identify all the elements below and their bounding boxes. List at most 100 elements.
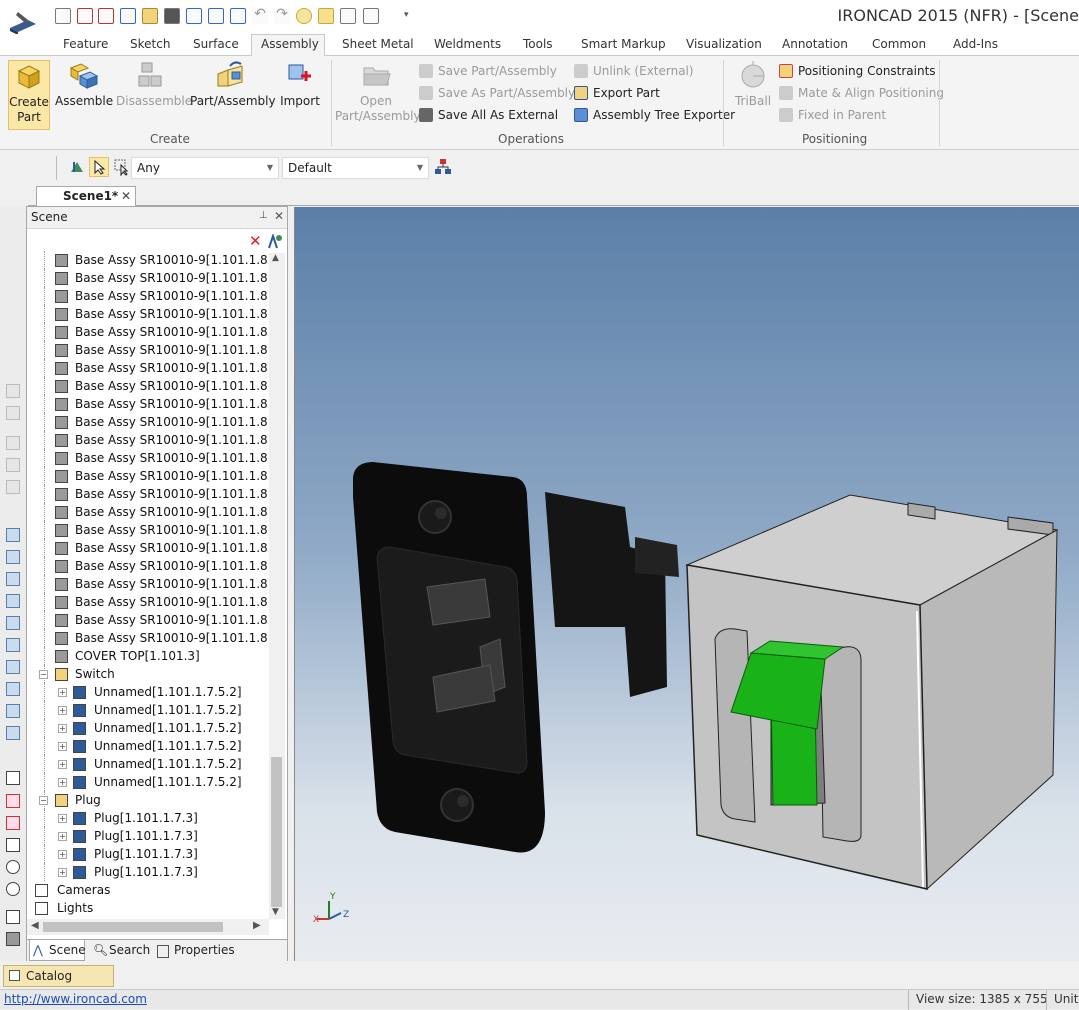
tool-icon[interactable] bbox=[6, 406, 20, 420]
cone-icon[interactable] bbox=[6, 572, 20, 586]
part-assembly-button[interactable]: Part/Assembly bbox=[190, 60, 276, 109]
triball-button[interactable]: TriBall bbox=[732, 60, 774, 109]
save-part-assembly-button[interactable]: Save Part/Assembly bbox=[419, 62, 557, 80]
tab-sketch[interactable]: Sketch bbox=[130, 37, 170, 51]
tab-surface[interactable]: Surface bbox=[193, 37, 239, 51]
undo-icon[interactable]: ↶ bbox=[252, 7, 268, 24]
open-part-assembly-button[interactable]: Open Part/Assembly bbox=[335, 60, 421, 124]
tab-tools[interactable]: Tools bbox=[523, 37, 553, 51]
close-panel-icon[interactable]: ✕ bbox=[274, 209, 284, 223]
create-part-button[interactable]: Create Part bbox=[8, 60, 50, 130]
tab-feature[interactable]: Feature bbox=[63, 37, 108, 51]
expand-toggle[interactable]: + bbox=[58, 832, 67, 841]
tab-visualization[interactable]: Visualization bbox=[686, 37, 762, 51]
torus-icon[interactable] bbox=[6, 638, 20, 652]
assembly-tree-exporter-button[interactable]: Assembly Tree Exporter bbox=[574, 106, 735, 124]
open-scene-icon[interactable] bbox=[120, 8, 136, 24]
3d-viewport[interactable]: X Y Z bbox=[294, 207, 1079, 961]
tool-icon[interactable] bbox=[6, 436, 20, 450]
document-tab[interactable]: Scene1* ✕ bbox=[36, 186, 136, 207]
section-icon[interactable] bbox=[6, 816, 20, 830]
tab-sheet-metal[interactable]: Sheet Metal bbox=[342, 37, 414, 51]
close-doc-icon[interactable] bbox=[77, 8, 93, 24]
scroll-left-icon[interactable]: ◀ bbox=[31, 920, 39, 931]
save-as-part-assembly-button[interactable]: Save As Part/Assembly... bbox=[419, 84, 585, 102]
cylinder-icon[interactable] bbox=[6, 550, 20, 564]
expand-toggle[interactable]: + bbox=[58, 868, 67, 877]
expand-toggle[interactable]: + bbox=[58, 850, 67, 859]
expand-toggle[interactable]: + bbox=[58, 814, 67, 823]
new-icon[interactable] bbox=[55, 8, 71, 24]
selection-filter-dropdown[interactable]: Any ▼ bbox=[131, 157, 279, 179]
collapse-toggle[interactable]: − bbox=[39, 670, 48, 679]
grid-icon[interactable] bbox=[340, 8, 356, 24]
measure-icon[interactable] bbox=[6, 771, 20, 785]
tree-vertical-scrollbar[interactable]: ▲ ▼ bbox=[269, 253, 285, 919]
customize-dropdown-icon[interactable]: ▾ bbox=[404, 10, 409, 20]
tool-icon[interactable] bbox=[6, 384, 20, 398]
fixed-in-parent-button[interactable]: Fixed in Parent bbox=[779, 106, 886, 124]
dimension-icon[interactable] bbox=[6, 910, 20, 924]
tab-common[interactable]: Common bbox=[872, 37, 926, 51]
import-icon[interactable] bbox=[208, 8, 224, 24]
windows-icon[interactable] bbox=[363, 8, 379, 24]
website-link[interactable]: http://www.ironcad.com bbox=[4, 992, 147, 1006]
light-icon[interactable] bbox=[296, 8, 312, 24]
mate-align-positioning-button[interactable]: Mate & Align Positioning bbox=[779, 84, 944, 102]
save-icon[interactable] bbox=[164, 8, 180, 24]
cyl-hole-icon[interactable] bbox=[6, 726, 20, 740]
scroll-up-icon[interactable]: ▲ bbox=[272, 253, 279, 263]
export-icon[interactable] bbox=[230, 8, 246, 24]
export-part-button[interactable]: Export Part bbox=[574, 84, 660, 102]
open-folder-icon[interactable] bbox=[142, 8, 158, 24]
hscroll-thumb[interactable] bbox=[43, 922, 223, 932]
scroll-right-icon[interactable]: ▶ bbox=[253, 920, 261, 931]
tab-scene[interactable]: Scene bbox=[49, 943, 86, 957]
sphere-icon[interactable] bbox=[6, 594, 20, 608]
circle-icon[interactable] bbox=[6, 860, 20, 874]
no-icon[interactable] bbox=[6, 882, 20, 896]
tab-smart-markup[interactable]: Smart Markup bbox=[581, 37, 666, 51]
style-dropdown[interactable]: Default ▼ bbox=[282, 157, 429, 179]
hierarchy-icon[interactable] bbox=[434, 158, 452, 176]
slot-icon[interactable] bbox=[6, 682, 20, 696]
save-all-as-external-button[interactable]: Save All As External bbox=[419, 106, 558, 124]
smart-select-icon[interactable] bbox=[318, 8, 334, 24]
block-icon[interactable] bbox=[6, 528, 20, 542]
view-icon[interactable] bbox=[6, 794, 20, 808]
box-select-icon[interactable] bbox=[113, 158, 131, 177]
redo-icon[interactable]: ↷ bbox=[274, 7, 290, 24]
catalog-browser-button[interactable]: Catalog Browser bbox=[3, 965, 114, 1003]
pin-icon[interactable]: ⊥ bbox=[259, 210, 268, 221]
tool-icon[interactable] bbox=[6, 458, 20, 472]
ironcad-logo-icon[interactable] bbox=[6, 6, 40, 36]
tab-add-ins[interactable]: Add-Ins bbox=[953, 37, 998, 51]
expand-toggle[interactable]: + bbox=[58, 778, 67, 787]
tool-icon[interactable] bbox=[6, 480, 20, 494]
close-tab-icon[interactable]: ✕ bbox=[121, 189, 131, 203]
expand-toggle[interactable]: + bbox=[58, 706, 67, 715]
tab-properties[interactable]: Properties bbox=[174, 943, 235, 957]
disassemble-button[interactable]: Disassemble bbox=[116, 60, 192, 109]
tab-weldments[interactable]: Weldments bbox=[434, 37, 501, 51]
tab-assembly[interactable]: Assembly bbox=[261, 37, 319, 51]
positioning-constraints-button[interactable]: Positioning Constraints bbox=[779, 62, 936, 80]
expand-toggle[interactable]: + bbox=[58, 760, 67, 769]
wedge-icon[interactable] bbox=[6, 616, 20, 630]
scene-tree[interactable]: Base Assy SR10010-9[1.101.1.8.6] Base Ass… bbox=[27, 251, 271, 919]
assemble-button[interactable]: Assemble bbox=[55, 60, 113, 109]
scroll-down-icon[interactable]: ▼ bbox=[272, 907, 279, 917]
import-button[interactable]: Import bbox=[278, 60, 322, 109]
scroll-thumb[interactable] bbox=[271, 757, 282, 907]
ruler-icon[interactable] bbox=[6, 932, 20, 946]
expand-toggle[interactable]: + bbox=[58, 688, 67, 697]
hole-icon[interactable] bbox=[6, 660, 20, 674]
tab-search[interactable]: Search bbox=[109, 943, 150, 957]
clear-filter-icon[interactable]: ✕ bbox=[249, 232, 262, 250]
tree-options-icon[interactable] bbox=[267, 232, 283, 250]
expand-toggle[interactable]: + bbox=[58, 742, 67, 751]
tree-horizontal-scrollbar[interactable]: ◀ ▶ bbox=[27, 919, 269, 935]
unlink-external-button[interactable]: Unlink (External) bbox=[574, 62, 694, 80]
close-all-icon[interactable] bbox=[98, 8, 114, 24]
collapse-toggle[interactable]: − bbox=[39, 796, 48, 805]
